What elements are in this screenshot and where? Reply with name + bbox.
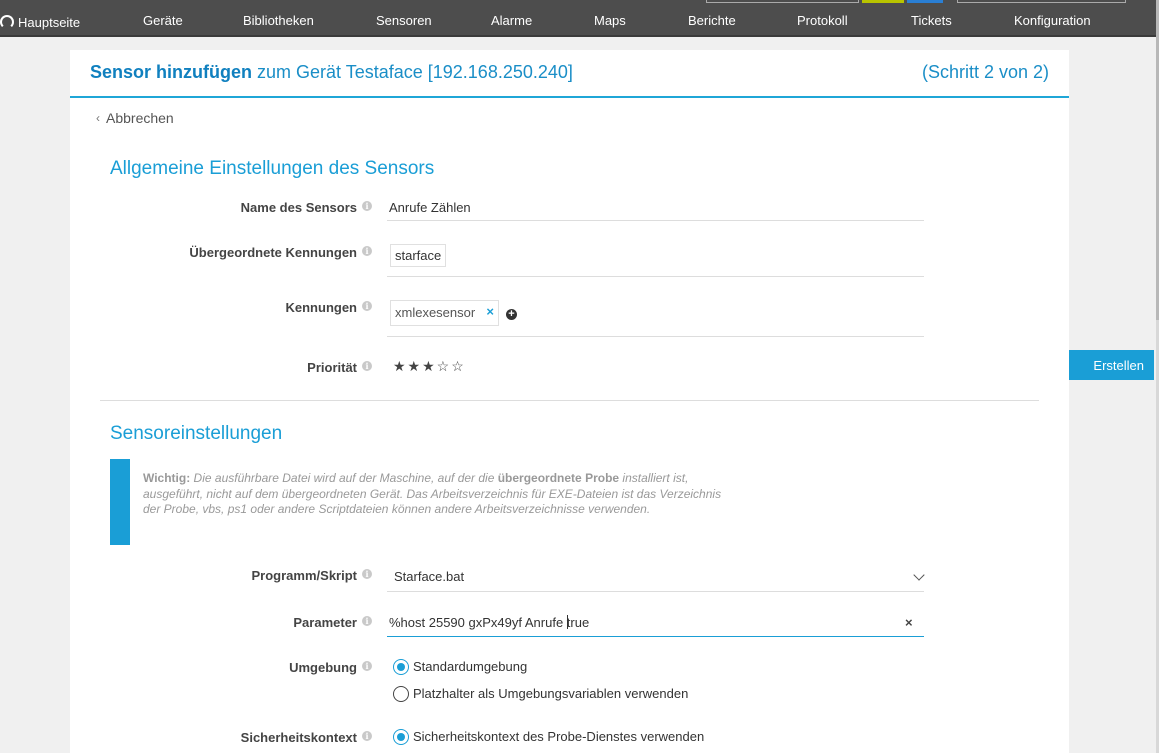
security-option-probe-label[interactable]: Sicherheitskontext des Probe-Dienstes ve…: [413, 729, 704, 744]
note-accent-bar: [110, 459, 130, 545]
info-icon[interactable]: i: [362, 731, 372, 741]
parameter-label: Parameter: [293, 615, 357, 630]
section-divider: [100, 400, 1039, 401]
important-note: Wichtig: Die ausführbare Datei wird auf …: [110, 459, 750, 545]
nav-item-geraete[interactable]: Geräte: [143, 13, 183, 28]
info-icon[interactable]: i: [362, 361, 372, 371]
info-icon[interactable]: i: [362, 301, 372, 311]
note-text: Wichtig: Die ausführbare Datei wird auf …: [143, 471, 723, 518]
note-prefix: Wichtig:: [143, 471, 191, 485]
page-title-strong: Sensor hinzufügen: [90, 62, 252, 82]
info-icon[interactable]: i: [362, 201, 372, 211]
nav-item-berichte[interactable]: Berichte: [688, 13, 736, 28]
program-label: Programm/Skript: [251, 568, 357, 583]
add-tag-icon[interactable]: +: [506, 309, 517, 320]
priority-label: Priorität: [307, 360, 357, 375]
step-indicator: (Schritt 2 von 2): [921, 62, 1049, 82]
nav-item-bibliotheken[interactable]: Bibliotheken: [243, 13, 314, 28]
page-title: Sensor hinzufügen zum Gerät Testaface [1…: [90, 62, 573, 83]
parameter-underline: [387, 636, 924, 637]
section-title-sensor: Sensoreinstellungen: [110, 423, 283, 444]
priority-stars-empty: ☆☆: [436, 358, 466, 374]
env-option-placeholder-label[interactable]: Platzhalter als Umgebungsvariablen verwe…: [413, 686, 688, 701]
cancel-link[interactable]: ‹ Abbrechen: [96, 110, 174, 126]
env-radio-standard[interactable]: [393, 659, 409, 675]
priority-stars-filled: ★★★: [393, 358, 437, 374]
nav-status-box-1: [706, 0, 859, 3]
cancel-label: Abbrechen: [106, 110, 174, 126]
sensor-name-label: Name des Sensors: [240, 200, 357, 215]
env-radio-placeholder[interactable]: [393, 686, 409, 702]
info-icon[interactable]: i: [362, 569, 372, 579]
nav-search-box: [957, 0, 1126, 3]
program-underline: [387, 591, 924, 592]
add-sensor-panel: Sensor hinzufügen zum Gerät Testaface [1…: [70, 50, 1069, 753]
tag-chip: xmlexesensor ×: [390, 300, 499, 326]
nav-home-label: Hauptseite: [18, 14, 81, 30]
nav-status-box-blue: [907, 0, 943, 3]
chevron-left-icon: ‹: [96, 111, 100, 125]
parameter-text-before: %host 25590 gxPx49yf Anrufe: [389, 615, 567, 630]
parent-tag: starface: [390, 244, 447, 267]
note-bold: übergeordnete Probe: [497, 471, 620, 485]
nav-status-box-yellow: [862, 0, 904, 3]
note-part-1: Die ausführbare Datei wird auf der Masch…: [190, 471, 498, 485]
security-context-label: Sicherheitskontext: [240, 730, 357, 745]
nav-item-protokoll[interactable]: Protokoll: [797, 13, 848, 28]
info-icon[interactable]: i: [362, 616, 372, 626]
parameter-text-after: true: [566, 615, 590, 630]
nav-home[interactable]: Hauptseite: [0, 13, 80, 31]
parameter-input[interactable]: %host 25590 gxPx49yf Anrufe true: [389, 615, 589, 630]
nav-item-sensoren[interactable]: Sensoren: [376, 13, 432, 28]
tag-remove-icon[interactable]: ×: [486, 304, 494, 319]
tag-chip-label: xmlexesensor: [395, 305, 476, 320]
nav-item-konfiguration[interactable]: Konfiguration: [1014, 13, 1091, 28]
sensor-name-input[interactable]: Anrufe Zählen: [389, 200, 471, 215]
sensor-name-underline: [387, 220, 924, 221]
page-title-device: zum Gerät Testaface [192.168.250.240]: [257, 62, 573, 82]
nav-item-maps[interactable]: Maps: [594, 13, 626, 28]
environment-label: Umgebung: [289, 660, 357, 675]
parent-tags-underline: [387, 276, 924, 277]
info-icon[interactable]: i: [362, 661, 372, 671]
top-navigation: Hauptseite Geräte Bibliotheken Sensoren …: [0, 0, 1156, 37]
parent-tags-label: Übergeordnete Kennungen: [189, 245, 357, 260]
tags-underline: [387, 336, 924, 337]
nav-item-alarme[interactable]: Alarme: [491, 13, 532, 28]
program-select[interactable]: Starface.bat: [394, 569, 464, 584]
panel-header: Sensor hinzufügen zum Gerät Testaface [1…: [70, 50, 1069, 98]
chevron-down-icon[interactable]: [913, 569, 925, 581]
tags-label: Kennungen: [285, 300, 358, 315]
section-title-general: Allgemeine Einstellungen des Sensors: [110, 158, 435, 179]
security-radio-probe[interactable]: [393, 729, 409, 745]
nav-item-tickets[interactable]: Tickets: [911, 13, 952, 28]
info-icon[interactable]: i: [362, 246, 372, 256]
create-button[interactable]: Erstellen: [1069, 350, 1154, 380]
clear-input-icon[interactable]: ×: [905, 615, 913, 630]
env-option-standard-label[interactable]: Standardumgebung: [413, 659, 527, 674]
priority-stars[interactable]: ★★★☆☆: [393, 358, 466, 375]
home-icon: [0, 15, 14, 29]
